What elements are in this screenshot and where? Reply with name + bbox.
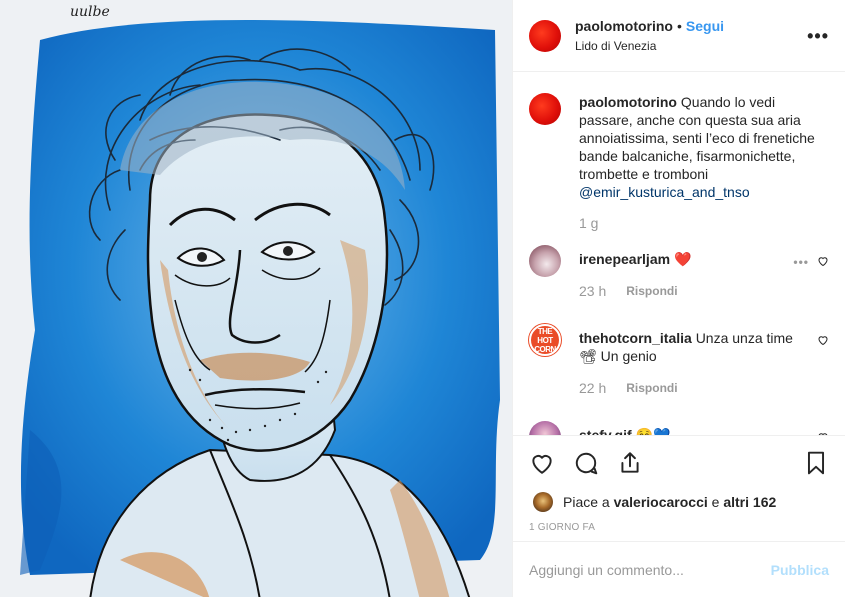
comment-text: ❤️: [673, 251, 692, 267]
likes-and: e: [711, 494, 720, 510]
post-image[interactable]: uulbe: [0, 0, 512, 597]
share-upload-icon[interactable]: [617, 450, 643, 476]
signature: uulbe: [70, 4, 110, 20]
post-location[interactable]: Lido di Venezia: [575, 37, 724, 55]
post-caption: paolomotorino Quando lo vedi passare, an…: [529, 93, 829, 201]
comment-timestamp: 22 h: [579, 380, 607, 396]
commenter-username[interactable]: irenepearljam: [579, 251, 670, 267]
liked-by-username[interactable]: valeriocarocci: [614, 494, 708, 510]
post-header: paolomotorino • Segui Lido di Venezia ••…: [513, 0, 845, 72]
comment-text: ☺️💙: [635, 427, 671, 435]
author-username[interactable]: paolomotorino: [575, 17, 673, 35]
comment-more-icon[interactable]: •••: [793, 255, 809, 269]
follow-button[interactable]: Segui: [686, 17, 724, 35]
likes-prefix: Piace a: [563, 494, 610, 510]
bookmark-icon[interactable]: [803, 450, 829, 476]
caption-username[interactable]: paolomotorino: [579, 94, 677, 110]
like-comment-heart-icon[interactable]: [817, 334, 829, 346]
commenter-username[interactable]: stefy.gif: [579, 427, 632, 435]
add-comment-bar: Pubblica: [513, 541, 845, 597]
commenter-username[interactable]: thehotcorn_italia: [579, 330, 692, 346]
separator-dot: •: [677, 17, 682, 34]
comments-list[interactable]: paolomotorino Quando lo vedi passare, an…: [513, 73, 845, 435]
commenter-avatar[interactable]: THE HOT CORN: [529, 324, 561, 356]
comment-timestamp: 23 h: [579, 283, 607, 299]
comment-bubble-icon[interactable]: [573, 450, 599, 476]
likes-summary: Piace a valeriocarocci e altri 162: [513, 492, 845, 512]
commenter-avatar[interactable]: [529, 245, 561, 277]
comment-item: irenepearljam ❤️ 23 h Rispondi •••: [529, 245, 829, 300]
action-bar: [513, 436, 845, 490]
publish-button[interactable]: Pubblica: [771, 562, 829, 578]
add-comment-input[interactable]: [529, 561, 771, 578]
more-options-icon[interactable]: •••: [807, 26, 829, 47]
reply-button[interactable]: Rispondi: [626, 379, 677, 397]
reply-button[interactable]: Rispondi: [626, 282, 677, 300]
comment-item: stefy.gif ☺️💙: [529, 421, 829, 435]
author-avatar[interactable]: [529, 19, 561, 52]
caption-timestamp: 1 g: [579, 215, 599, 231]
portrait-illustration: uulbe: [0, 0, 512, 597]
post-sidebar: paolomotorino • Segui Lido di Venezia ••…: [512, 0, 845, 597]
like-comment-heart-icon[interactable]: [817, 255, 829, 267]
commenter-avatar[interactable]: [529, 421, 561, 435]
caption-mention-link[interactable]: @emir_kusturica_and_tnso: [579, 184, 750, 200]
liker-avatar[interactable]: [533, 492, 553, 512]
likes-others-link[interactable]: altri 162: [723, 494, 776, 510]
post-time-ago[interactable]: 1 giorno fa: [513, 522, 845, 533]
caption-author-avatar[interactable]: [529, 93, 561, 125]
like-heart-icon[interactable]: [529, 450, 555, 476]
comment-item: THE HOT CORN thehotcorn_italia Unza unza…: [529, 324, 829, 397]
